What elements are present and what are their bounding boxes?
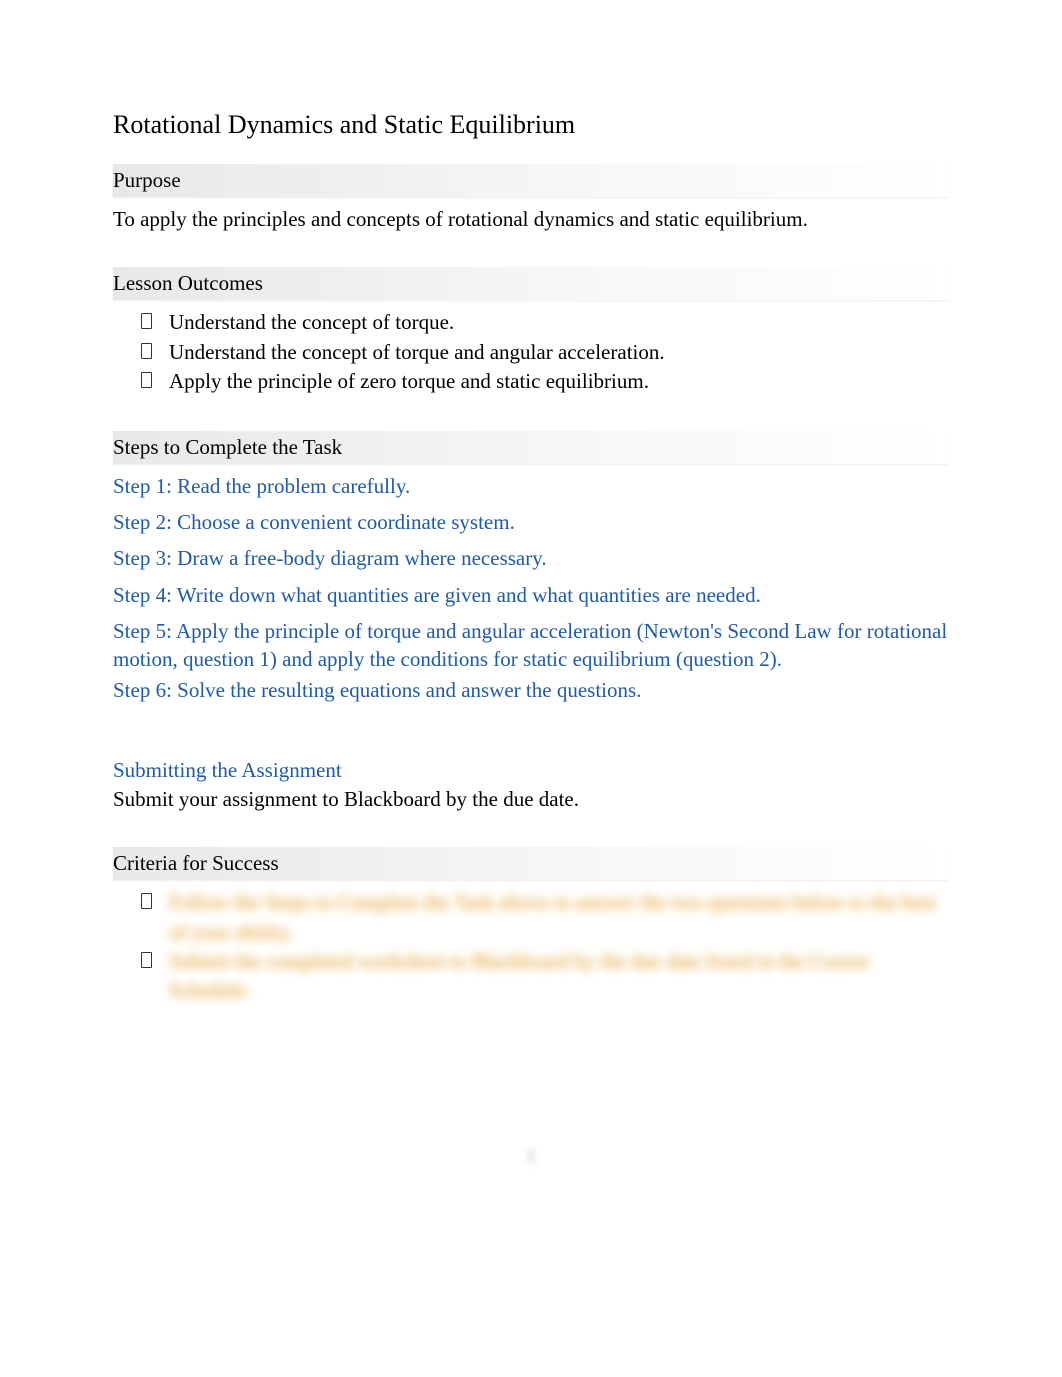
steps-heading: Steps to Complete the Task [113,431,949,464]
criteria-list: Follow the Steps to Complete the Task ab… [141,888,949,1006]
list-item: Understand the concept of torque. [141,308,949,337]
list-item: Apply the principle of zero torque and s… [141,367,949,396]
document-title: Rotational Dynamics and Static Equilibri… [113,110,949,140]
purpose-text: To apply the principles and concepts of … [113,205,949,233]
criteria-heading: Criteria for Success [113,847,949,880]
lesson-outcomes-heading: Lesson Outcomes [113,267,949,300]
step-line: Step 6: Solve the resulting equations an… [113,676,949,704]
list-item: Follow the Steps to Complete the Task ab… [141,888,949,947]
purpose-heading: Purpose [113,164,949,197]
list-item: Understand the concept of torque and ang… [141,338,949,367]
lesson-outcomes-list: Understand the concept of torque. Unders… [141,308,949,396]
step-line: Step 3: Draw a free-body diagram where n… [113,544,949,572]
step-line: Step 1: Read the problem carefully. [113,472,949,500]
submitting-heading: Submitting the Assignment [113,758,949,783]
list-item: Submit the completed worksheet to Blackb… [141,947,949,1006]
step-line: Step 2: Choose a convenient coordinate s… [113,508,949,536]
steps-block: Step 1: Read the problem carefully. Step… [113,472,949,704]
step-line: Step 5: Apply the principle of torque an… [113,617,949,674]
step-line: Step 4: Write down what quantities are g… [113,581,949,609]
submitting-text: Submit your assignment to Blackboard by … [113,785,949,813]
page-number: 1 [527,1146,536,1167]
